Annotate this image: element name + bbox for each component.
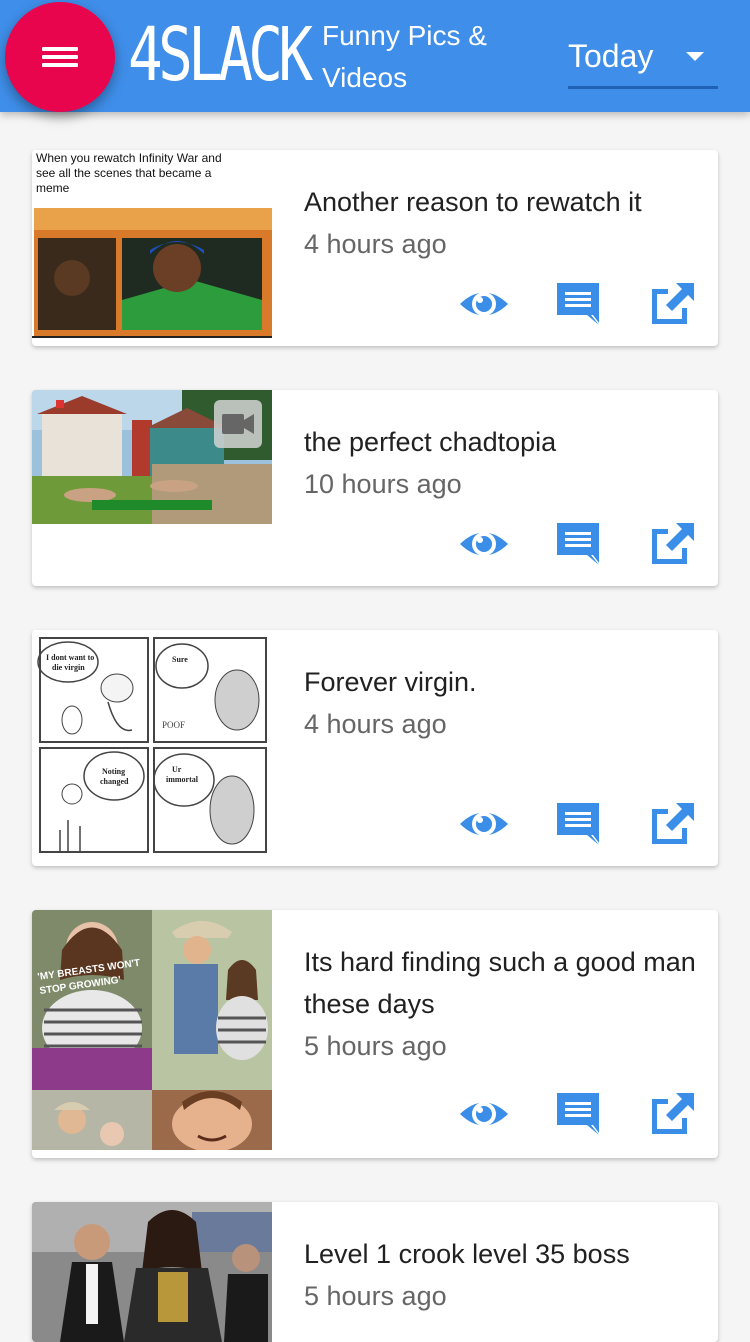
open-external-icon[interactable] <box>646 799 698 849</box>
post-thumbnail[interactable]: 'MY BREASTS WON'T STOP GROWING' <box>32 910 272 1150</box>
post-card[interactable]: When you rewatch Infinity War and see al… <box>32 150 718 346</box>
post-thumbnail[interactable]: I dont want to die virgin Sure POOF Noti… <box>32 630 272 858</box>
comic-sfx: POOF <box>162 720 185 730</box>
comment-icon[interactable] <box>553 519 605 569</box>
post-thumbnail[interactable] <box>32 390 272 524</box>
comic-text-4b: immortal <box>166 775 199 784</box>
post-timestamp: 4 hours ago <box>304 709 447 739</box>
thumbnail-image: 'MY BREASTS WON'T STOP GROWING' <box>32 910 272 1150</box>
hamburger-menu-icon <box>42 43 78 71</box>
open-external-icon[interactable] <box>646 279 698 329</box>
post-card[interactable]: 'MY BREASTS WON'T STOP GROWING' Its hard… <box>32 910 718 1158</box>
post-timestamp: 5 hours ago <box>304 1031 447 1061</box>
thumbnail-image: When you rewatch Infinity War and see al… <box>32 150 272 338</box>
thumbnail-image <box>32 1202 272 1342</box>
comic-text-3b: changed <box>100 777 129 786</box>
eye-icon[interactable] <box>458 279 510 329</box>
post-title[interactable]: Another reason to rewatch it <box>304 181 704 223</box>
post-card[interactable]: the perfect chadtopia 10 hours ago <box>32 390 718 586</box>
post-timestamp: 4 hours ago <box>304 229 447 259</box>
post-thumbnail[interactable]: When you rewatch Infinity War and see al… <box>32 150 272 338</box>
post1-caption-2: see all the scenes that became a <box>36 166 212 180</box>
post-title[interactable]: Forever virgin. <box>304 661 704 703</box>
comic-text-3a: Noting <box>102 767 125 776</box>
eye-icon[interactable] <box>458 799 510 849</box>
post-actions <box>458 1089 708 1139</box>
time-filter-value: Today <box>568 38 654 74</box>
dropdown-caret-icon <box>686 52 704 61</box>
comment-icon[interactable] <box>553 279 605 329</box>
post-card[interactable]: I dont want to die virgin Sure POOF Noti… <box>32 630 718 866</box>
open-external-icon[interactable] <box>646 519 698 569</box>
open-external-icon[interactable] <box>646 1089 698 1139</box>
post-card[interactable]: Level 1 crook level 35 boss 5 hours ago <box>32 1202 718 1342</box>
comic-text-4a: Ur <box>172 765 182 774</box>
post-thumbnail[interactable] <box>32 1202 272 1342</box>
eye-icon[interactable] <box>458 519 510 569</box>
comment-icon[interactable] <box>553 1089 605 1139</box>
comic-text-2: Sure <box>172 655 188 664</box>
comment-icon[interactable] <box>553 799 605 849</box>
post-title[interactable]: Level 1 crook level 35 boss <box>304 1233 704 1275</box>
post-title[interactable]: the perfect chadtopia <box>304 421 704 463</box>
app-logo[interactable]: 4SLACK <box>128 12 313 98</box>
post-timestamp: 5 hours ago <box>304 1281 447 1311</box>
thumbnail-image: I dont want to die virgin Sure POOF Noti… <box>32 630 272 858</box>
video-camera-icon <box>214 400 262 448</box>
post1-caption-1: When you rewatch Infinity War and <box>36 151 222 165</box>
post-title[interactable]: Its hard finding such a good man these d… <box>304 941 704 1025</box>
comic-text-1a: I dont want to <box>46 653 94 662</box>
post-timestamp: 10 hours ago <box>304 469 462 499</box>
eye-icon[interactable] <box>458 1089 510 1139</box>
post-actions <box>458 799 708 849</box>
time-filter-select[interactable]: Today <box>568 34 718 89</box>
comic-text-1b: die virgin <box>52 663 85 672</box>
post1-caption-3: meme <box>36 181 70 195</box>
post-actions <box>458 519 708 569</box>
tagline-line-1: Funny Pics & <box>322 20 487 51</box>
post-actions <box>458 279 708 329</box>
app-tagline: Funny Pics & Videos <box>322 15 487 99</box>
tagline-line-2: Videos <box>322 62 408 93</box>
menu-button[interactable] <box>5 2 115 112</box>
